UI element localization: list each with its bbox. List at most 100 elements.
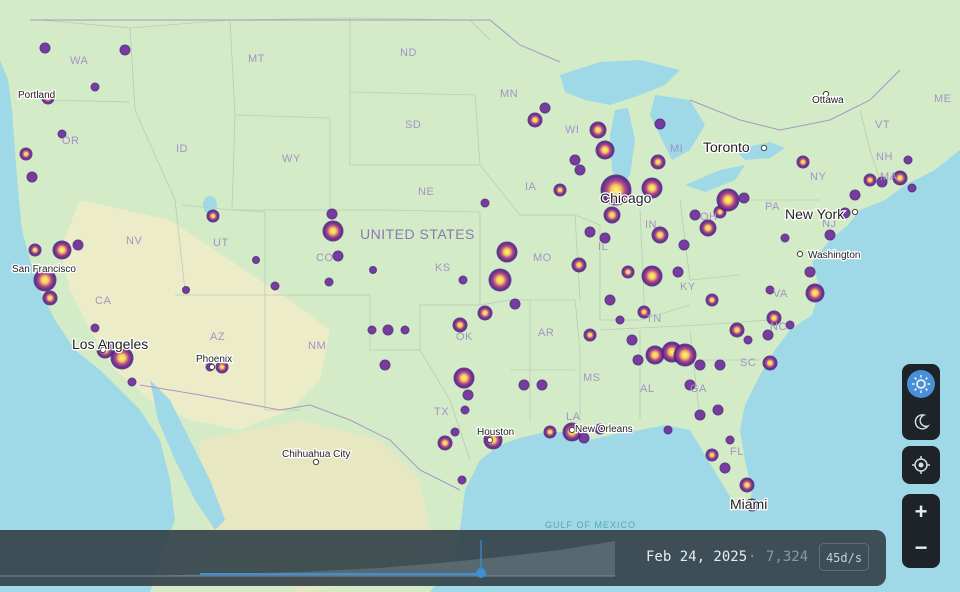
state-label-va: VA: [773, 288, 788, 300]
heat-cluster: [44, 292, 56, 304]
heat-cluster: [745, 337, 751, 343]
sun-icon: [907, 370, 935, 398]
heat-cluster: [369, 327, 375, 333]
timeline-handle[interactable]: [476, 568, 486, 578]
heat-cluster: [691, 211, 699, 219]
city-label-portland: Portland: [18, 90, 55, 101]
heat-cluster: [452, 429, 458, 435]
state-label-wa: WA: [70, 55, 88, 67]
timeline-separator: ·: [748, 549, 757, 565]
city-label-los-angeles: Los Angeles: [72, 336, 148, 352]
zoom-out-button[interactable]: −: [902, 530, 940, 566]
city-dot-houston: [486, 436, 494, 444]
city-label-washington: Washington: [808, 250, 860, 261]
state-label-ga: GA: [690, 383, 707, 395]
state-label-nc: NC: [770, 321, 787, 333]
heat-cluster: [324, 222, 342, 240]
heat-cluster: [490, 270, 510, 290]
heat-cluster: [605, 208, 619, 222]
city-dot-new-orleans: [568, 426, 576, 434]
city-dot-chihuahua-city: [312, 458, 320, 466]
heat-cluster: [634, 356, 642, 364]
timeline-histogram[interactable]: [0, 530, 620, 586]
heat-cluster: [787, 322, 793, 328]
state-label-mo: MO: [533, 252, 552, 264]
heat-cluster: [54, 242, 70, 258]
heat-cluster: [129, 379, 135, 385]
heat-cluster: [498, 243, 516, 261]
city-label-ottawa: Ottawa: [812, 95, 844, 106]
heat-cluster: [718, 190, 738, 210]
heat-cluster: [370, 267, 376, 273]
city-label-chicago: Chicago: [600, 190, 652, 206]
heat-cluster: [647, 347, 663, 363]
heat-cluster: [696, 411, 704, 419]
state-label-nh: NH: [876, 151, 893, 163]
city-dot-washington: [796, 250, 804, 258]
heat-cluster: [623, 267, 633, 277]
state-label-nd: ND: [400, 47, 417, 59]
heat-cluster: [454, 319, 466, 331]
heat-cluster: [538, 381, 546, 389]
state-label-me: ME: [934, 93, 952, 105]
city-label-new-york: New York: [785, 206, 845, 222]
state-label-nm: NM: [308, 340, 326, 352]
heat-cluster: [253, 257, 259, 263]
heat-cluster: [402, 327, 408, 333]
moon-icon: [914, 414, 930, 430]
timeline-area: [0, 541, 615, 576]
heat-cluster: [696, 361, 704, 369]
heat-cluster: [851, 191, 859, 199]
heat-cluster: [865, 175, 875, 185]
heat-cluster: [28, 173, 36, 181]
heat-cluster: [680, 241, 688, 249]
heat-cluster: [183, 287, 189, 293]
heat-cluster: [121, 46, 129, 54]
playback-speed-button[interactable]: 45d/s: [819, 543, 869, 571]
heat-cluster: [628, 336, 636, 344]
heat-cluster: [529, 114, 541, 126]
zoom-in-button[interactable]: +: [902, 494, 940, 530]
heat-cluster: [328, 210, 336, 218]
state-label-ms: MS: [583, 372, 601, 384]
state-label-ok: OK: [456, 331, 473, 343]
state-label-ia: IA: [525, 181, 537, 193]
city-label-toronto: Toronto: [703, 139, 750, 155]
heat-cluster: [731, 324, 743, 336]
state-label-mn: MN: [500, 88, 518, 100]
heat-cluster: [482, 200, 488, 206]
state-label-sc: SC: [740, 357, 756, 369]
heat-cluster: [326, 279, 332, 285]
light-theme-button[interactable]: [902, 364, 940, 404]
map-canvas[interactable]: WA MT ND MN OR ID SD WI MI WY NE IA NV UT CO KS MO IL IN OH…: [0, 0, 960, 592]
heat-cluster: [208, 211, 218, 221]
state-label-vt: VT: [875, 119, 890, 131]
state-label-ut: UT: [213, 237, 229, 249]
plus-icon: +: [914, 499, 928, 524]
heat-cluster: [716, 361, 724, 369]
heat-cluster: [511, 300, 519, 308]
heat-cluster: [30, 245, 40, 255]
state-label-mt: MT: [248, 53, 265, 65]
heat-cluster: [652, 156, 664, 168]
state-label-in: IN: [645, 219, 657, 231]
heat-cluster: [782, 235, 788, 241]
state-label-il: IL: [598, 241, 608, 253]
heat-cluster: [92, 325, 98, 331]
locate-button[interactable]: [902, 446, 940, 484]
heat-cluster: [675, 345, 695, 365]
heat-cluster: [21, 149, 31, 159]
heat-cluster: [460, 277, 466, 283]
heat-cluster: [826, 231, 834, 239]
heat-cluster: [798, 157, 808, 167]
state-label-pa: PA: [765, 201, 780, 213]
dark-theme-button[interactable]: [902, 404, 940, 440]
city-label-houston: Houston: [477, 427, 514, 438]
heat-cluster: [384, 326, 392, 334]
heat-cluster: [665, 427, 671, 433]
state-label-ne: NE: [418, 186, 434, 198]
city-label-new-orleans: New Orleans: [575, 424, 633, 435]
state-label-ky: KY: [680, 281, 696, 293]
heat-cluster: [520, 381, 528, 389]
heat-cluster: [92, 84, 98, 90]
